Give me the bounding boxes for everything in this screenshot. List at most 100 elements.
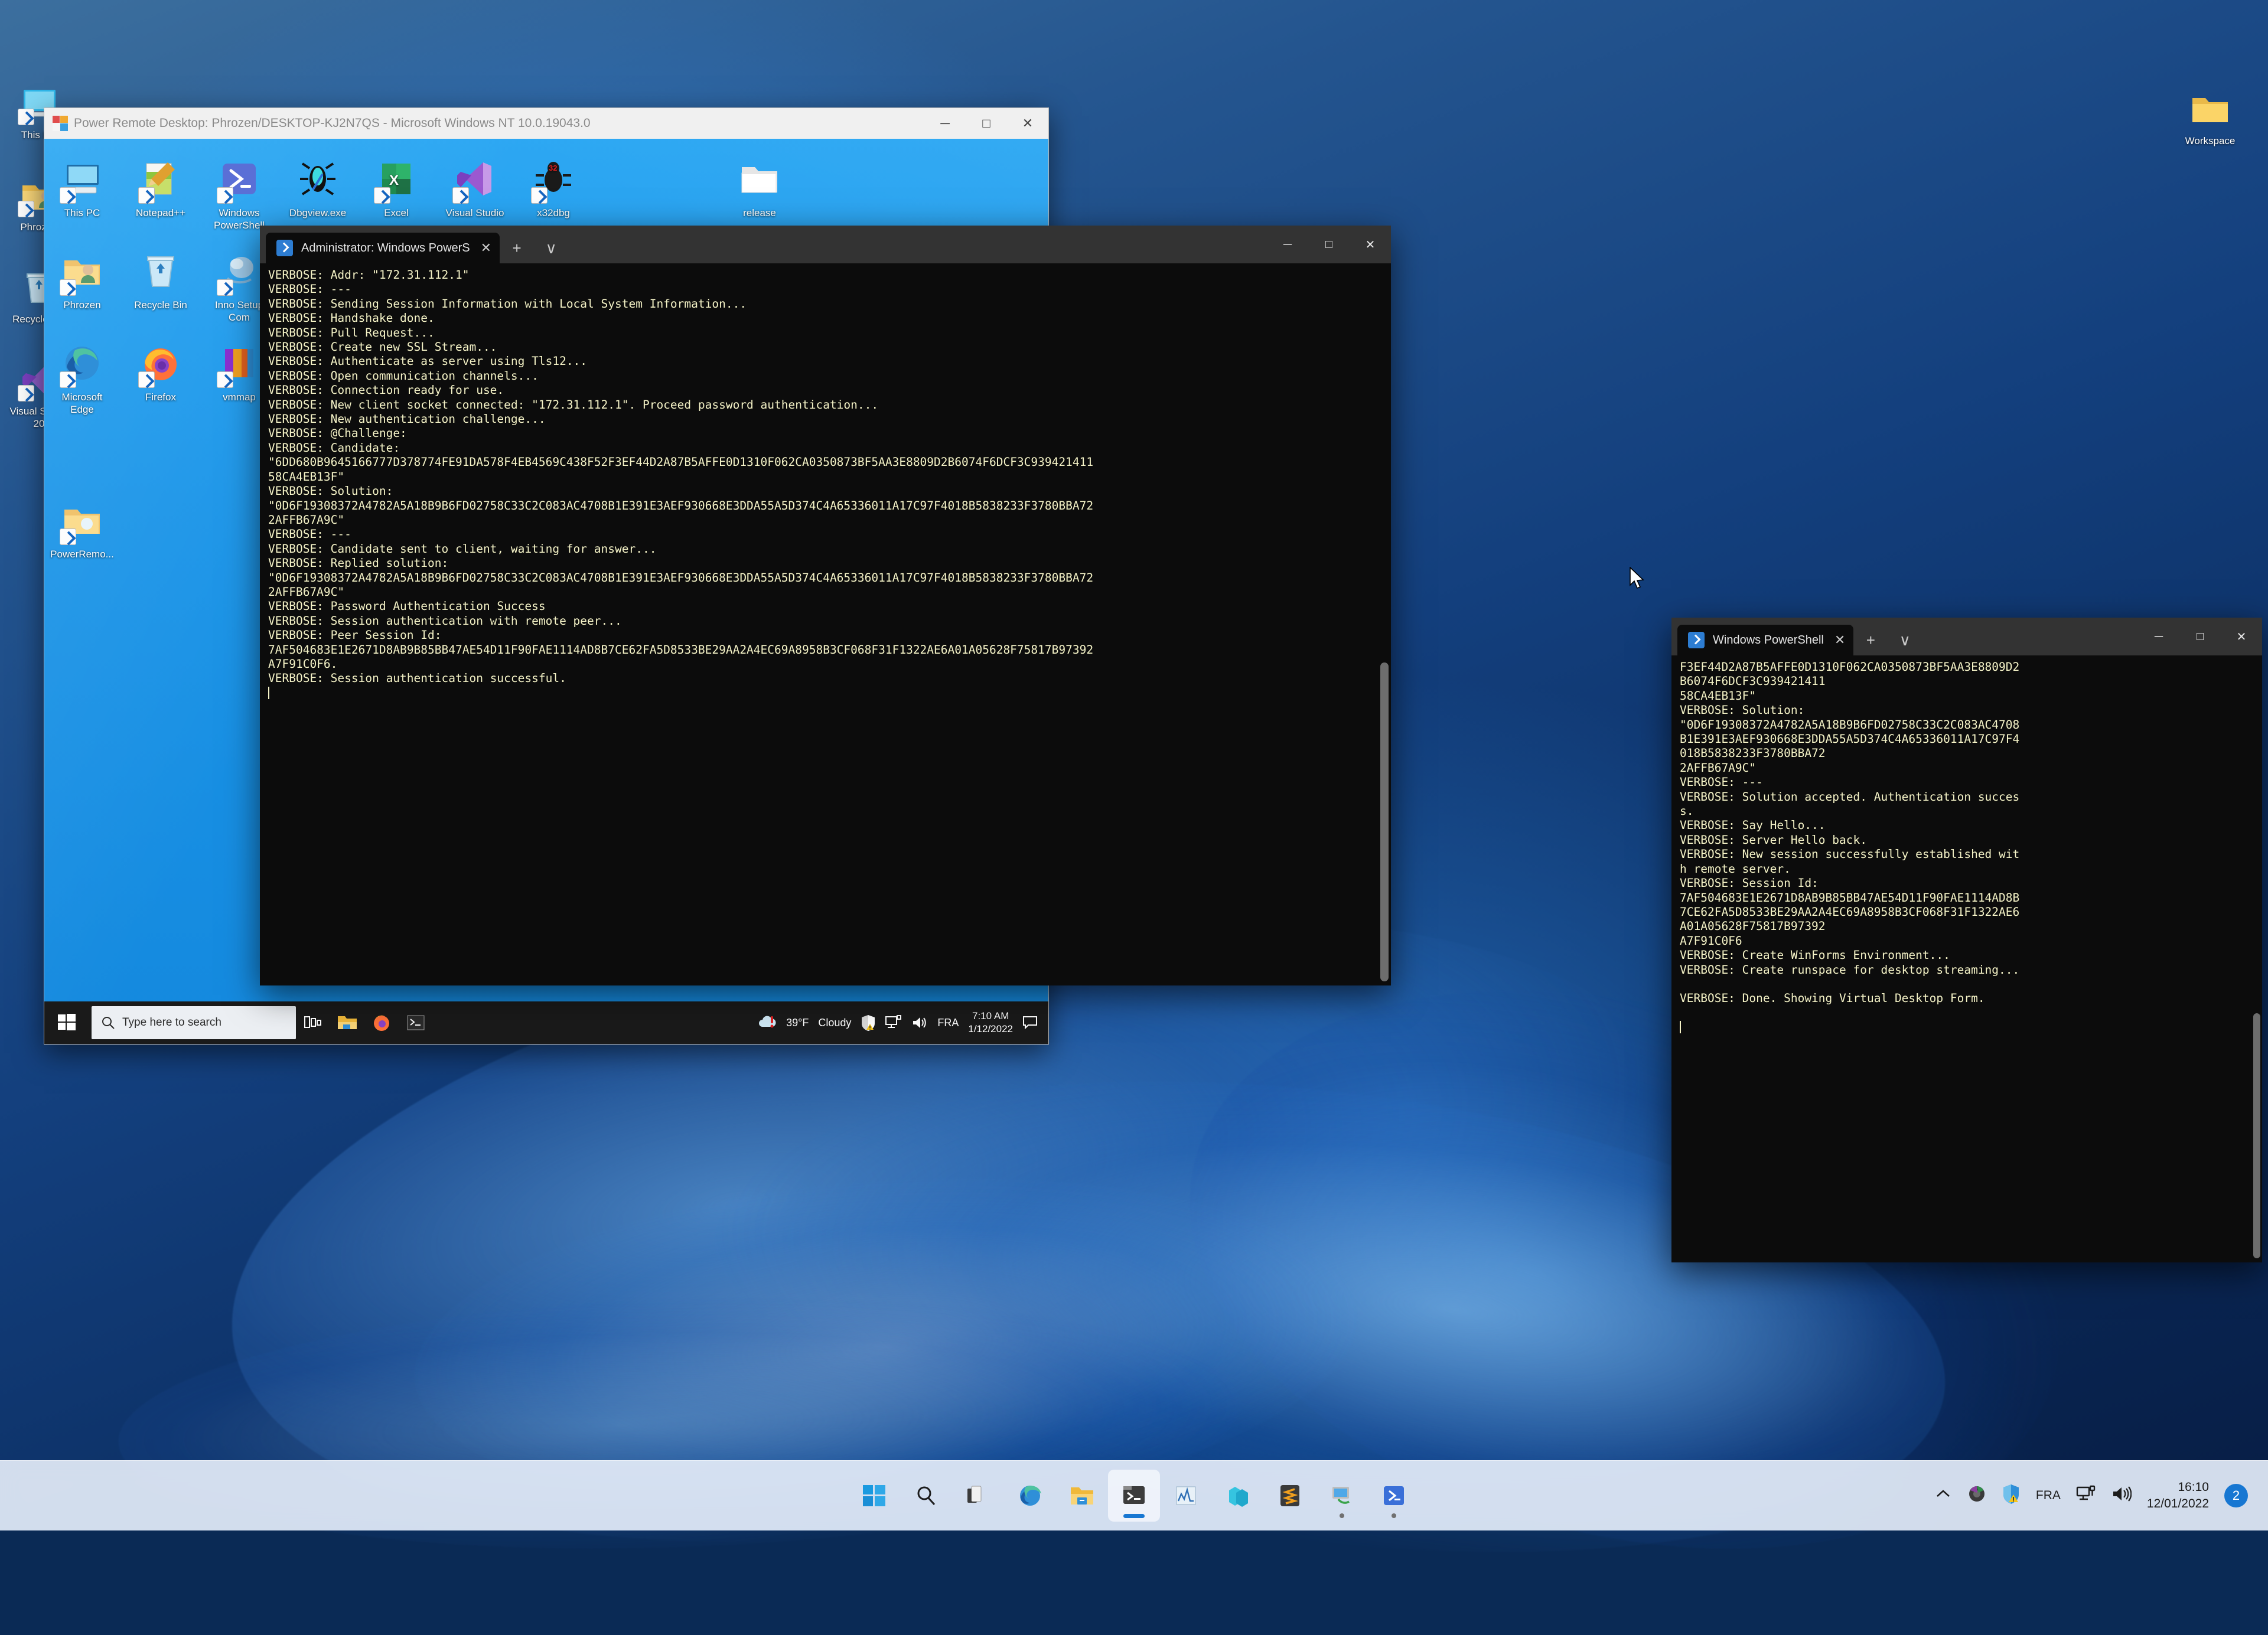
terminal-tab-bar[interactable]: Administrator: Windows PowerS ✕ + ∨ ─ □ … <box>260 226 1391 263</box>
terminal-tab-close-icon[interactable]: ✕ <box>1834 632 1845 648</box>
chart-icon <box>1176 1486 1196 1505</box>
windows-terminal-button[interactable] <box>1108 1470 1160 1522</box>
remote-icon-microsoft-edge[interactable]: Microsoft Edge <box>49 343 115 416</box>
start-button[interactable] <box>848 1470 900 1522</box>
remote-icon-label: Dbgview.exe <box>289 207 347 218</box>
remote-icon-firefox[interactable]: Firefox <box>128 343 194 403</box>
terminal-caret <box>1680 1021 1681 1034</box>
remote-system-tray[interactable]: 39°F Cloudy FRA 7:10 AM 1/12/2022 <box>758 1010 1048 1036</box>
remote-icon-recycle-bin[interactable]: Recycle Bin <box>128 251 194 311</box>
search-icon <box>102 1017 115 1029</box>
windows-terminal-powershell-window[interactable]: Windows PowerShell ✕ + ∨ ─ □ ✕ F3EF44D2A… <box>1671 618 2262 1262</box>
remote-icon-visual-studio[interactable]: Visual Studio <box>442 159 508 219</box>
dbgview-bug-icon <box>295 159 340 204</box>
svg-text:32: 32 <box>549 164 557 172</box>
graphics-icon[interactable] <box>1967 1484 1986 1507</box>
remote-icon-notepadpp[interactable]: Notepad++ <box>128 159 194 219</box>
sql-server-button[interactable] <box>1212 1470 1264 1522</box>
show-hidden-icons-button[interactable] <box>1934 1488 1952 1503</box>
notification-badge[interactable]: 2 <box>2224 1484 2248 1507</box>
terminal-output-admin[interactable]: VERBOSE: Addr: "172.31.112.1" VERBOSE: -… <box>260 263 1391 985</box>
rdp-maximize-button[interactable]: □ <box>966 108 1007 139</box>
remote-search-box[interactable]: Type here to search <box>92 1006 296 1039</box>
remote-firefox-button[interactable] <box>364 1001 399 1044</box>
windows-terminal-admin-window[interactable]: Administrator: Windows PowerS ✕ + ∨ ─ □ … <box>260 226 1391 985</box>
rdp-close-button[interactable]: ✕ <box>1007 108 1048 139</box>
remote-search-placeholder: Type here to search <box>122 1016 221 1029</box>
running-indicator <box>1392 1513 1396 1518</box>
file-explorer-button[interactable] <box>1056 1470 1108 1522</box>
host-clock[interactable]: 16:10 12/01/2022 <box>2147 1479 2209 1512</box>
remote-icon-power-remote[interactable]: PowerRemo... <box>49 500 115 560</box>
remote-task-view-button[interactable] <box>296 1001 330 1044</box>
security-shield-warning-icon[interactable] <box>2002 1484 2021 1507</box>
remote-icon-this-pc[interactable]: This PC <box>49 159 115 219</box>
remote-icon-label: Phrozen <box>63 299 101 311</box>
host-desktop-icon-workspace[interactable]: Workspace <box>2179 89 2241 147</box>
edge-icon <box>1020 1486 1041 1506</box>
vmmap-icon <box>217 343 262 388</box>
cloud-alert-icon[interactable] <box>758 1015 777 1030</box>
remote-icon-windows-powershell[interactable]: Windows PowerShell <box>206 159 272 231</box>
scrollbar-thumb[interactable] <box>2253 1013 2260 1258</box>
terminal-scrollbar[interactable] <box>1380 267 1389 981</box>
security-shield-warning-icon[interactable] <box>861 1014 876 1031</box>
terminal-minimize-button[interactable]: ─ <box>1267 226 1308 263</box>
remote-file-explorer-button[interactable] <box>330 1001 364 1044</box>
rdp-minimize-button[interactable]: ─ <box>924 108 966 139</box>
terminal-tab-bar[interactable]: Windows PowerShell ✕ + ∨ ─ □ ✕ <box>1671 618 2262 655</box>
remote-language-indicator[interactable]: FRA <box>937 1017 959 1029</box>
terminal-new-tab-button[interactable]: + <box>1853 625 1888 655</box>
edge-button[interactable] <box>1004 1470 1056 1522</box>
remote-icon-label: Recycle Bin <box>134 299 187 311</box>
sublime-text-button[interactable] <box>1264 1470 1316 1522</box>
chevron-down-icon[interactable]: ∨ <box>534 233 568 263</box>
remote-start-button[interactable] <box>44 1001 89 1044</box>
terminal-close-button[interactable]: ✕ <box>1350 226 1391 263</box>
windows-logo-icon <box>863 1485 885 1506</box>
chevron-down-icon[interactable]: ∨ <box>1888 625 1922 655</box>
terminal-close-button[interactable]: ✕ <box>2221 618 2262 655</box>
running-indicator <box>1123 1514 1145 1518</box>
task-view-button[interactable] <box>952 1470 1004 1522</box>
notification-icon[interactable] <box>1022 1016 1038 1030</box>
terminal-scrollbar[interactable] <box>2253 659 2260 1258</box>
power-remote-desktop-app-icon <box>53 116 68 131</box>
terminal-tab-administrator[interactable]: Administrator: Windows PowerS ✕ <box>266 233 500 263</box>
terminal-new-tab-button[interactable]: + <box>500 233 534 263</box>
excel-icon: X <box>374 159 419 204</box>
terminal-maximize-button[interactable]: □ <box>2179 618 2221 655</box>
network-icon[interactable] <box>2076 1485 2096 1506</box>
language-indicator[interactable]: FRA <box>2036 1489 2061 1503</box>
remote-clock[interactable]: 7:10 AM 1/12/2022 <box>968 1010 1013 1036</box>
terminal-minimize-button[interactable]: ─ <box>2138 618 2179 655</box>
mouse-cursor <box>1629 566 1645 590</box>
remote-icon-release-folder[interactable]: release <box>726 159 793 219</box>
database-icon <box>1229 1487 1248 1507</box>
remote-desktop-button[interactable] <box>1316 1470 1368 1522</box>
remote-icon-x32dbg[interactable]: 32 x32dbg <box>520 159 586 219</box>
remote-icon-phrozen[interactable]: Phrozen <box>49 251 115 311</box>
folder-user-icon <box>60 251 105 296</box>
volume-icon[interactable] <box>911 1016 928 1030</box>
remote-taskbar[interactable]: Type here to search 39°F Cloudy FRA 7:10… <box>44 1001 1048 1044</box>
host-system-tray[interactable]: FRA 16:10 12/01/2022 2 <box>1934 1479 2268 1512</box>
powershell-button[interactable] <box>1368 1470 1420 1522</box>
scrollbar-thumb[interactable] <box>1380 663 1389 981</box>
rdp-titlebar[interactable]: Power Remote Desktop: Phrozen/DESKTOP-KJ… <box>44 108 1048 139</box>
perfmon-button[interactable] <box>1160 1470 1212 1522</box>
remote-terminal-button[interactable] <box>399 1001 433 1044</box>
terminal-output-powershell[interactable]: F3EF44D2A87B5AFFE0D1310F062CA0350873BF5A… <box>1671 655 2262 1262</box>
shortcut-overlay-icon <box>138 371 155 388</box>
powershell-icon <box>217 159 262 204</box>
terminal-maximize-button[interactable]: □ <box>1308 226 1350 263</box>
volume-icon[interactable] <box>2111 1486 2132 1506</box>
terminal-tab-windows-powershell[interactable]: Windows PowerShell ✕ <box>1677 625 1854 655</box>
remote-icon-excel[interactable]: X Excel <box>363 159 429 219</box>
network-icon[interactable] <box>885 1015 902 1030</box>
search-button[interactable] <box>900 1470 952 1522</box>
inno-setup-icon <box>217 251 262 296</box>
remote-icon-dbgview[interactable]: Dbgview.exe <box>285 159 351 219</box>
terminal-tab-close-icon[interactable]: ✕ <box>481 240 491 256</box>
host-taskbar[interactable]: FRA 16:10 12/01/2022 2 <box>0 1460 2268 1530</box>
